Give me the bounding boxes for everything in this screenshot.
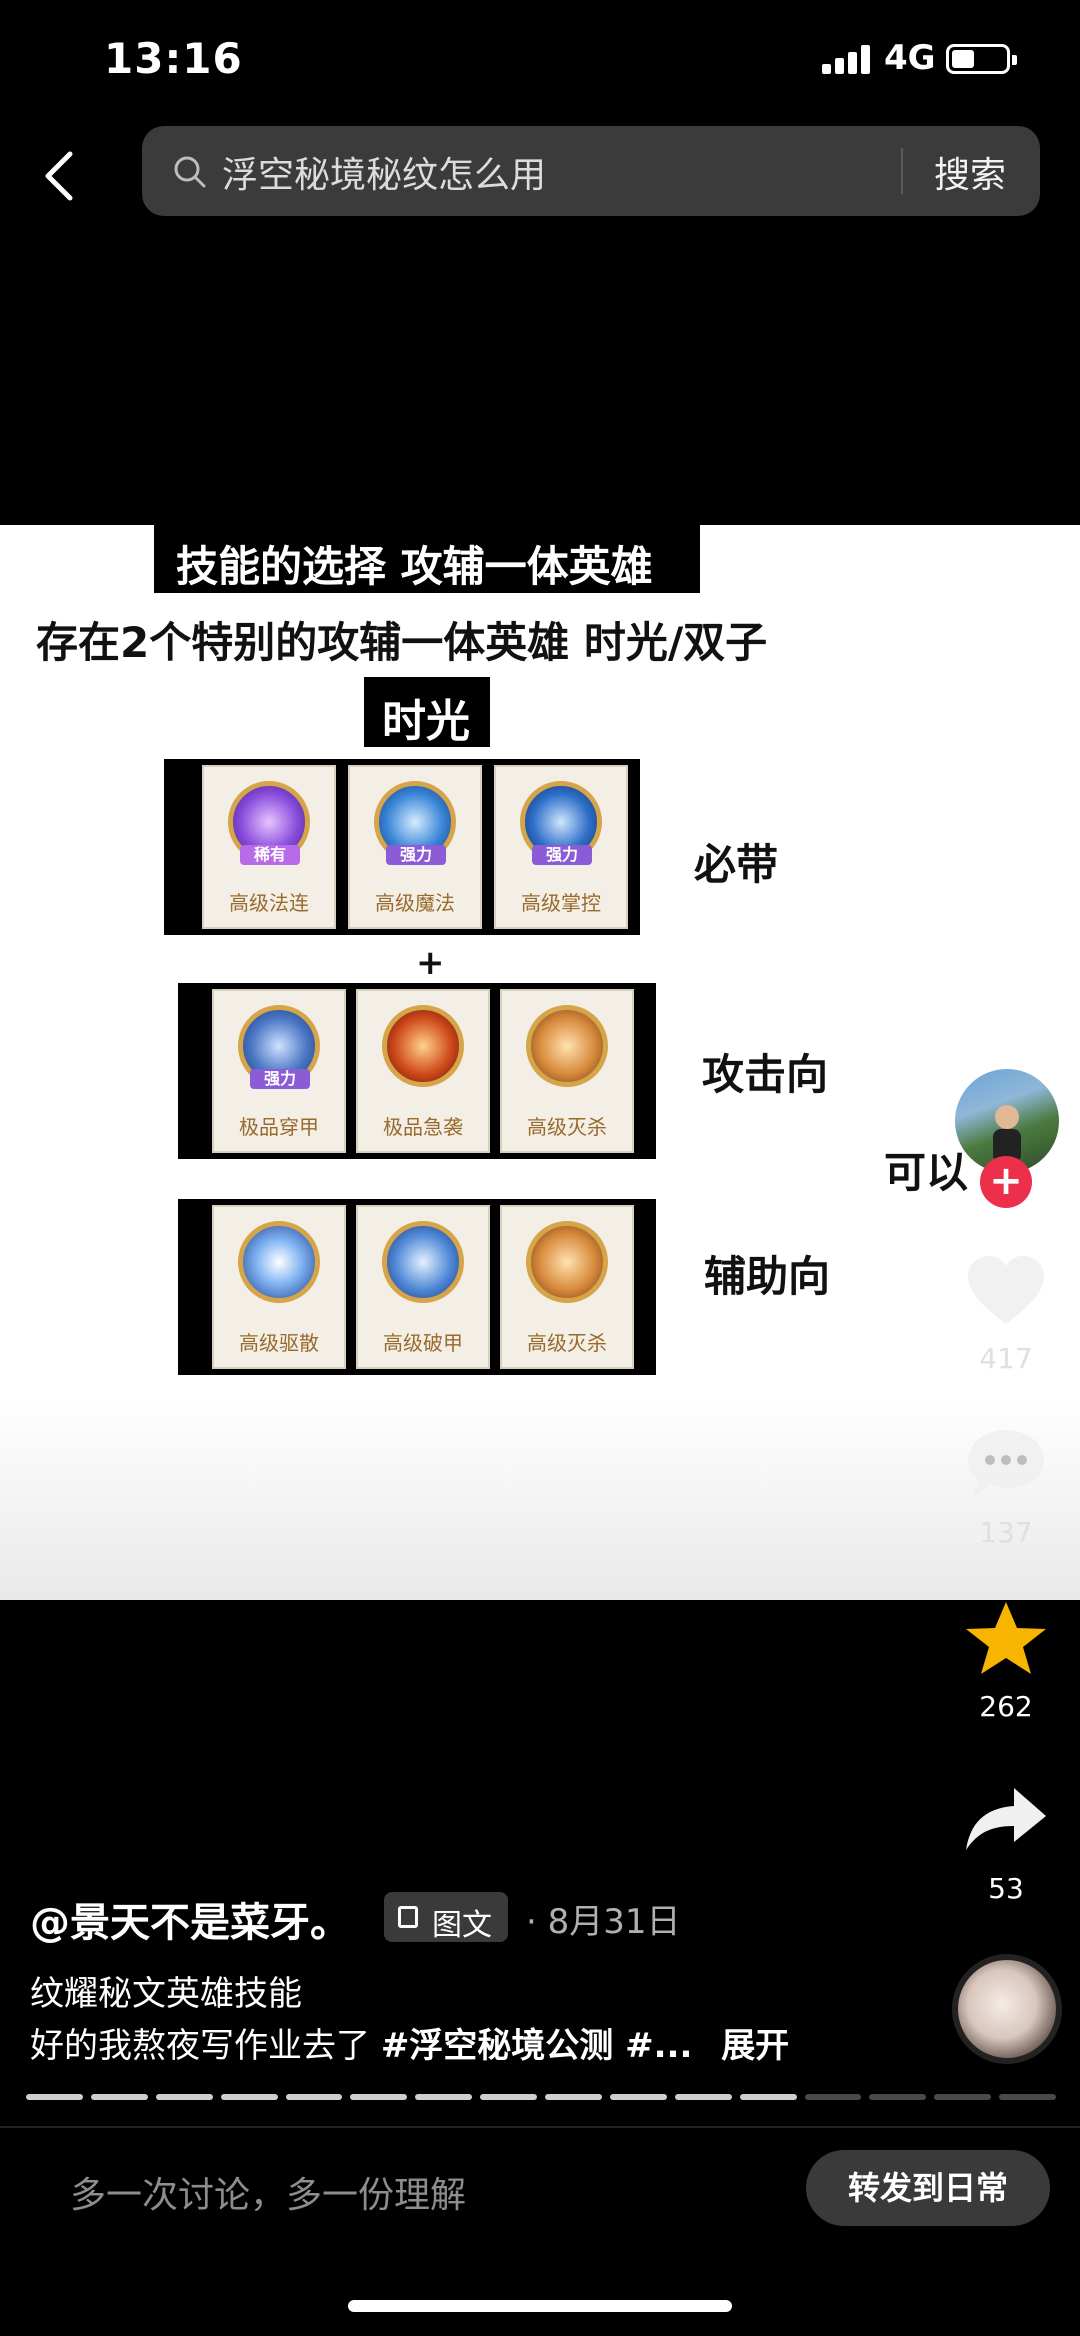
progress-segment [26, 2094, 83, 2100]
post-image[interactable]: 技能的选择 攻辅一体英雄 存在2个特别的攻辅一体英雄 时光/双子 时光 稀有 高… [0, 525, 1080, 1600]
signal-icon [822, 44, 872, 74]
comment-button[interactable]: 137 [962, 1424, 1050, 1549]
skill-card: 稀有 高级法连 [202, 765, 336, 929]
progress-segment [609, 2094, 667, 2100]
share-count: 53 [988, 1872, 1024, 1905]
favorite-count: 262 [979, 1690, 1033, 1723]
skill-card: 高级破甲 [356, 1205, 490, 1369]
caption-line-2: 好的我熬夜写作业去了 #浮空秘境公测 #... 展开 [30, 2018, 789, 2067]
skill-tag: 稀有 [240, 845, 300, 865]
skill-orb-icon [382, 1005, 464, 1087]
comment-count: 137 [979, 1516, 1033, 1549]
skill-card: 强力 极品穿甲 [212, 989, 346, 1153]
hero-label-box: 时光 [364, 677, 490, 747]
battery-icon [946, 44, 1017, 74]
caption-line-1: 纹耀秘文英雄技能 [30, 1974, 302, 2014]
skill-name: 高级灭杀 [527, 1331, 607, 1355]
skill-card: 高级驱散 [212, 1205, 346, 1369]
skill-orb-icon [526, 1005, 608, 1087]
skill-name: 高级法连 [229, 891, 309, 915]
hashtags[interactable]: #浮空秘境公测 #... [381, 2026, 693, 2066]
chevron-left-icon [45, 151, 73, 201]
plus-sign: + [416, 943, 445, 983]
like-button[interactable]: 417 [962, 1250, 1050, 1375]
post-date: · 8月31日 [526, 1902, 681, 1942]
author-name[interactable]: @景天不是菜牙。 [30, 1890, 350, 1948]
skill-tag: 强力 [386, 845, 446, 865]
skill-tag: 强力 [532, 845, 592, 865]
search-bar[interactable]: 浮空秘境秘纹怎么用 搜索 [142, 126, 1040, 216]
search-divider [901, 148, 903, 194]
share-arrow-icon [966, 1788, 1046, 1850]
progress-segment [739, 2094, 797, 2100]
progress-segment [545, 2094, 602, 2100]
skill-row-2: 强力 极品穿甲 极品急袭 高级灭杀 [178, 983, 656, 1159]
image-side-note: 可以 [884, 1148, 969, 1197]
image-subtitle: 存在2个特别的攻辅一体英雄 时光/双子 [36, 618, 768, 667]
progress-segment [674, 2094, 732, 2100]
skill-name: 高级驱散 [239, 1331, 319, 1355]
progress-segment [220, 2094, 278, 2100]
home-indicator [348, 2300, 732, 2312]
skill-card: 极品急袭 [356, 989, 490, 1153]
comment-icon [968, 1430, 1044, 1496]
search-icon [174, 156, 206, 188]
skill-orb-icon [526, 1221, 608, 1303]
progress-segment [934, 2094, 992, 2100]
share-button[interactable]: 53 [962, 1780, 1050, 1905]
skill-card: 强力 高级掌控 [494, 765, 628, 929]
skill-name: 极品穿甲 [239, 1115, 319, 1139]
progress-segment [804, 2094, 862, 2100]
progress-segment [415, 2094, 473, 2100]
bottom-divider [0, 2126, 1080, 2128]
image-text-icon [398, 1906, 418, 1928]
image-bottom-fade [0, 1400, 1080, 1600]
progress-segment [480, 2094, 537, 2100]
heart-icon [968, 1256, 1044, 1324]
row-label-attack: 攻击向 [702, 1050, 829, 1099]
hero-label: 时光 [382, 696, 470, 747]
progress-segment [155, 2094, 213, 2100]
progress-segment [90, 2094, 148, 2100]
progress-segment [869, 2094, 927, 2100]
share-to-daily-button[interactable]: 转发到日常 [806, 2150, 1050, 2226]
row-label-support: 辅助向 [704, 1252, 831, 1301]
image-header-text: 技能的选择 攻辅一体英雄 [176, 542, 653, 591]
skill-card: 强力 高级魔法 [348, 765, 482, 929]
skill-name: 高级灭杀 [527, 1115, 607, 1139]
star-icon [966, 1602, 1046, 1674]
network-type: 4G [884, 38, 936, 78]
skill-name: 高级破甲 [383, 1331, 463, 1355]
status-time: 13:16 [104, 34, 243, 83]
skill-name: 高级魔法 [375, 891, 455, 915]
skill-card: 高级灭杀 [500, 989, 634, 1153]
progress-segment [350, 2094, 408, 2100]
skill-name: 高级掌控 [521, 891, 601, 915]
skill-tag: 强力 [250, 1069, 310, 1089]
comment-input[interactable]: 多一次讨论，多一份理解 [70, 2166, 466, 2218]
post-type-label: 图文 [432, 1908, 492, 1943]
progress-segment [285, 2094, 343, 2100]
skill-orb-icon [382, 1221, 464, 1303]
search-button[interactable]: 搜索 [934, 146, 1006, 198]
row-label-must: 必带 [694, 840, 779, 889]
skill-name: 极品急袭 [383, 1115, 463, 1139]
back-button[interactable] [38, 146, 82, 206]
expand-button[interactable]: 展开 [721, 2026, 789, 2066]
image-header: 技能的选择 攻辅一体英雄 [154, 525, 700, 593]
favorite-button[interactable]: 262 [962, 1598, 1050, 1723]
follow-button[interactable]: + [980, 1156, 1032, 1208]
caption-text: 好的我熬夜写作业去了 [30, 2026, 370, 2066]
music-disc[interactable] [952, 1954, 1062, 2064]
skill-card: 高级灭杀 [500, 1205, 634, 1369]
progress-segment [999, 2094, 1056, 2100]
skill-row-3: 高级驱散 高级破甲 高级灭杀 [178, 1199, 656, 1375]
image-progress [26, 2094, 1056, 2102]
skill-row-1: 稀有 高级法连 强力 高级魔法 强力 高级掌控 [164, 759, 640, 935]
search-query[interactable]: 浮空秘境秘纹怎么用 [222, 146, 546, 198]
skill-orb-icon [238, 1221, 320, 1303]
post-type-badge: 图文 [384, 1892, 508, 1943]
like-count: 417 [979, 1342, 1033, 1375]
status-bar: 13:16 4G [0, 0, 1080, 120]
